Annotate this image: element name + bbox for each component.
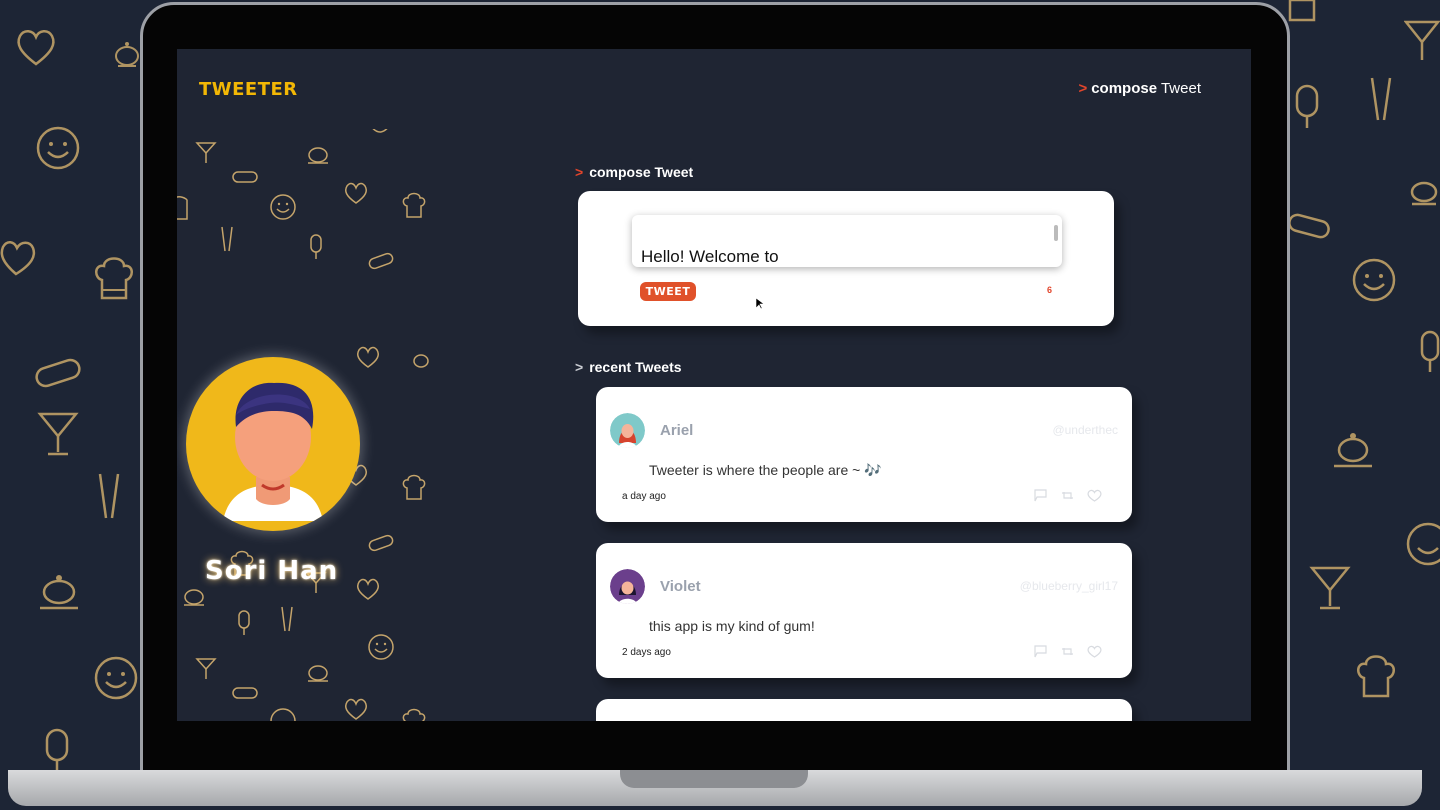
nav-compose-bold: compose [1091, 80, 1158, 97]
cocktail-icon [195, 655, 217, 686]
tweet-card [596, 699, 1132, 721]
smiley-icon [92, 654, 140, 702]
compose-card: Hello! Welcome to TWEET 6 [578, 191, 1114, 326]
tweet-body: this app is my kind of gum! [649, 618, 815, 634]
heart-icon [355, 345, 381, 374]
user-avatar-icon [610, 569, 645, 604]
chevron-right-icon: > [575, 164, 584, 180]
tweet-card: Violet @blueberry_girl17 this app is my … [596, 543, 1132, 678]
mouse-cursor-icon [755, 297, 765, 315]
fork-knife-icon [277, 605, 297, 638]
smiley-icon [269, 707, 297, 721]
smiley-icon [1404, 520, 1440, 568]
tweet-author-handle[interactable]: @underthec [1052, 423, 1118, 437]
smiley-icon [1350, 256, 1398, 304]
chevron-right-icon: > [1078, 80, 1088, 97]
teapot-icon [112, 36, 142, 70]
popsicle-icon [309, 233, 323, 266]
chef-hat-icon [92, 254, 136, 302]
teapot-icon [413, 349, 429, 376]
fork-knife-icon [92, 470, 128, 522]
chef-hat-icon [401, 473, 427, 506]
char-counter: 6 [1047, 285, 1053, 295]
brand-logo[interactable]: TWEETER [199, 79, 298, 100]
teapot-icon [181, 583, 207, 612]
retweet-icon[interactable] [1060, 489, 1075, 502]
fork-knife-icon [1364, 74, 1398, 124]
teapot-icon [34, 568, 84, 612]
heart-icon [0, 238, 38, 278]
smiley-icon [367, 633, 395, 666]
chef-hat-icon [401, 191, 427, 224]
flag-icon[interactable] [1033, 489, 1048, 502]
profile-panel: Sori Han [177, 129, 429, 721]
tweet-author-handle[interactable]: @blueberry_girl17 [1020, 579, 1118, 593]
fork-knife-icon [217, 225, 237, 258]
recent-heading: > recent Tweets [575, 359, 682, 375]
heart-icon [14, 26, 58, 68]
popsicle-icon [1420, 330, 1440, 374]
cocktail-icon [1308, 560, 1352, 612]
tweet-button[interactable]: TWEET [640, 282, 696, 301]
cocktail-icon [36, 406, 80, 458]
nav-compose-rest: Tweet [1160, 80, 1201, 97]
cocktail-icon [1404, 14, 1440, 64]
tweet-card: Ariel @underthec Tweeter is where the pe… [596, 387, 1132, 522]
heart-icon [343, 697, 369, 721]
flag-icon[interactable] [1033, 645, 1048, 658]
tweet-body: Tweeter is where the people are ~ 🎶 [649, 462, 882, 478]
compose-heading-text: compose Tweet [589, 164, 694, 180]
tweet-timestamp: 2 days ago [622, 647, 671, 658]
smiley-icon [34, 124, 82, 172]
popsicle-icon [44, 728, 70, 774]
tweet-timestamp: a day ago [622, 491, 666, 502]
popsicle-icon [1294, 84, 1320, 130]
tweet-author-name[interactable]: Ariel [660, 422, 693, 439]
chef-hat-icon [177, 193, 193, 226]
chef-hat-icon [401, 707, 427, 721]
smiley-icon [367, 129, 393, 144]
profile-name: Sori Han [205, 556, 339, 586]
chevron-right-icon: > [575, 359, 584, 375]
recent-heading-text: recent Tweets [589, 359, 682, 375]
hotdog-icon [32, 352, 84, 392]
hotdog-icon [367, 249, 395, 278]
teapot-icon [1330, 430, 1376, 470]
popsicle-icon [237, 609, 251, 642]
smiley-icon [269, 193, 297, 226]
chef-hat-icon [1282, 0, 1322, 26]
compose-heading: > compose Tweet [575, 164, 693, 180]
heart-icon[interactable] [1087, 489, 1102, 502]
heart-icon[interactable] [1087, 645, 1102, 658]
teapot-icon [305, 141, 331, 170]
heart-icon [343, 181, 369, 210]
teapot-icon [1408, 172, 1440, 208]
laptop-notch [620, 770, 808, 788]
user-avatar-icon [186, 357, 360, 531]
hotdog-icon [231, 683, 259, 708]
cocktail-icon [195, 139, 217, 170]
tweet-actions [1033, 645, 1102, 658]
tweet-text-input[interactable]: Hello! Welcome to [632, 215, 1062, 267]
tweet-actions [1033, 489, 1102, 502]
teapot-icon [305, 659, 331, 688]
nav-compose-link[interactable]: > compose Tweet [1078, 80, 1201, 97]
retweet-icon[interactable] [1060, 645, 1075, 658]
tweet-author-name[interactable]: Violet [660, 578, 701, 595]
hotdog-icon [1286, 210, 1332, 244]
input-scrollbar[interactable] [1054, 225, 1058, 241]
app-screen: TWEETER > compose Tweet Sori Han > compo… [177, 49, 1251, 721]
user-avatar-icon [610, 413, 645, 448]
heart-icon [355, 577, 381, 606]
chef-hat-icon [1354, 652, 1398, 700]
hotdog-icon [231, 167, 259, 192]
hotdog-icon [367, 531, 395, 560]
